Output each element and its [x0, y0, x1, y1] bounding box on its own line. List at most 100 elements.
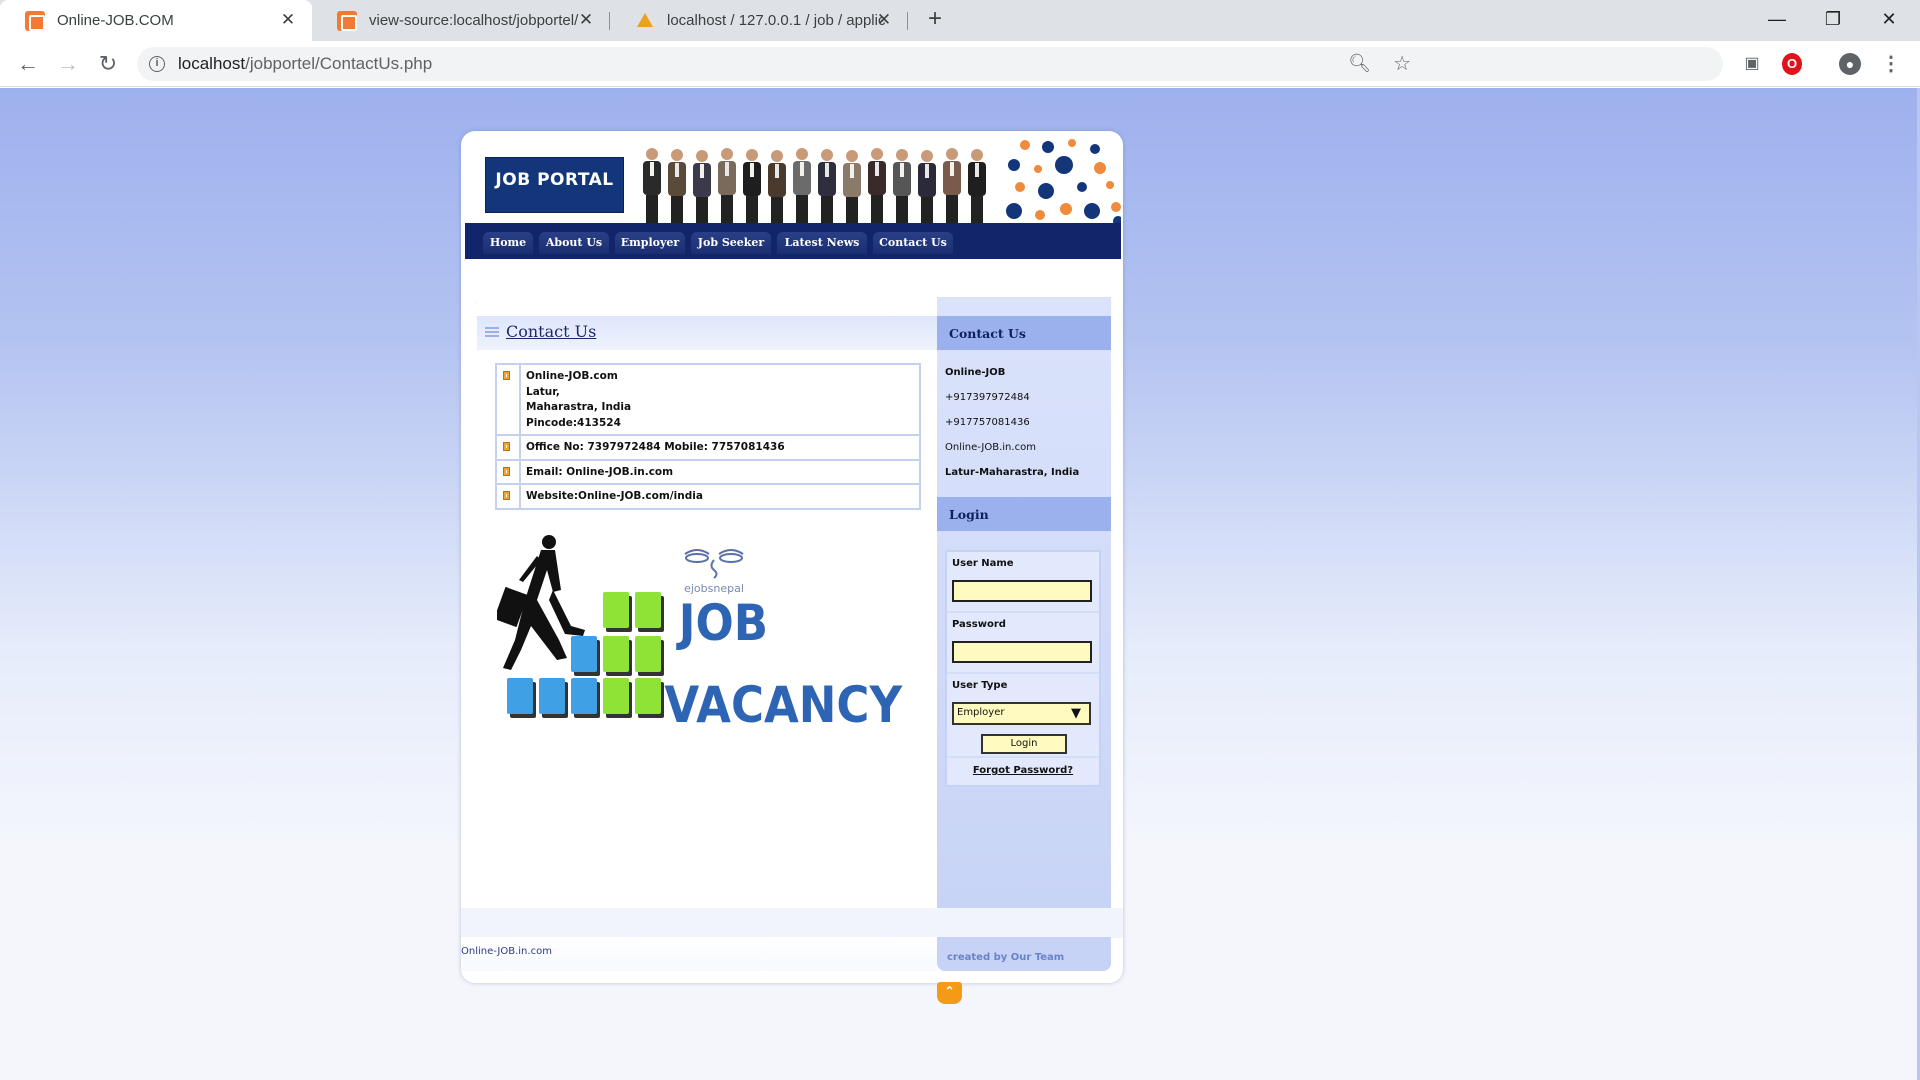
opera-extension-icon[interactable]: O	[1782, 53, 1802, 75]
table-row: Email: Online-JOB.in.com	[497, 458, 919, 483]
reload-icon[interactable]: ↻	[94, 50, 122, 78]
table-row: Office No: 7397972484 Mobile: 7757081436	[497, 434, 919, 459]
tab-close-icon[interactable]: ✕	[278, 10, 298, 30]
people-group-image	[643, 148, 986, 223]
minimize-icon[interactable]: —	[1757, 6, 1797, 32]
phone-cell: Office No: 7397972484 Mobile: 7757081436	[526, 441, 785, 453]
nav-about-us[interactable]: About Us	[539, 232, 609, 254]
nav-job-seeker[interactable]: Job Seeker	[691, 232, 771, 254]
tab-separator	[907, 12, 908, 30]
login-button[interactable]: Login	[981, 734, 1067, 754]
nav-latest-news[interactable]: Latest News	[777, 232, 867, 254]
back-arrow-icon[interactable]: ←	[14, 50, 42, 78]
tab-view-source[interactable]: view-source:localhost/jobportel/ ✕	[312, 0, 610, 41]
website-cell: Website:Online-JOB.com/india	[526, 490, 703, 502]
vacancy-job-text: JOB	[676, 595, 768, 653]
logo-text: JOB PORTAL	[495, 170, 614, 190]
usertype-label: User Type	[952, 680, 1008, 691]
footer-left: Online-JOB.in.com	[461, 937, 937, 971]
job-portal-page: JOB PORTAL Home About Us Employer Job Se…	[461, 131, 1123, 983]
ejobsnepal-text: ejobsnepal	[684, 582, 744, 595]
nav-home[interactable]: Home	[483, 232, 533, 254]
bullet-icon	[497, 460, 521, 483]
tab-title: Online-JOB.COM	[57, 12, 174, 29]
browser-toolbar: ← → ↻ i localhost/jobportel/ContactUs.ph…	[0, 41, 1920, 87]
password-input[interactable]	[952, 641, 1092, 663]
nav-contact-us[interactable]: Contact Us	[873, 232, 953, 254]
address-bar[interactable]: i localhost/jobportel/ContactUs.php 🔍︎ ☆	[137, 47, 1723, 81]
browser-tabstrip: Online-JOB.COM ✕ view-source:localhost/j…	[0, 0, 1920, 41]
url-text[interactable]: localhost/jobportel/ContactUs.php	[178, 54, 432, 74]
address-line: Latur,	[526, 385, 560, 398]
tab-title: view-source:localhost/jobportel/	[369, 12, 579, 29]
footer-site-text: Online-JOB.in.com	[461, 946, 552, 957]
bullet-icon	[497, 436, 521, 459]
url-host: localhost	[178, 54, 246, 73]
username-input[interactable]	[952, 580, 1092, 602]
address-line: Pincode:413524	[526, 416, 621, 429]
sidebar-contact-heading: Contact Us	[937, 316, 1111, 350]
job-vacancy-image: ejobsnepal JOB VACANCY	[497, 535, 903, 735]
bullet-icon	[497, 485, 521, 508]
address-line: Online-JOB.com	[526, 370, 618, 382]
nav-employer[interactable]: Employer	[615, 232, 685, 254]
usertype-row: User Type Employer ▼ Login	[947, 674, 1099, 758]
restore-icon[interactable]: ❐	[1813, 6, 1853, 32]
sidebar: Contact Us Online-JOB +917397972484 +917…	[937, 297, 1111, 909]
main-navbar: Home About Us Employer Job Seeker Latest…	[465, 223, 1121, 259]
new-tab-icon[interactable]: +	[923, 7, 947, 32]
bullet-icon	[497, 365, 521, 434]
page-viewport: JOB PORTAL Home About Us Employer Job Se…	[0, 88, 1920, 1080]
forward-arrow-icon[interactable]: →	[54, 50, 82, 78]
extension-bag-icon[interactable]: ▣	[1741, 53, 1763, 75]
tab-phpmyadmin[interactable]: localhost / 127.0.0.1 / job / applic ✕	[610, 0, 908, 41]
xampp-favicon-icon	[337, 10, 357, 31]
contact-line: +917397972484	[945, 392, 1030, 403]
sidebar-login-heading: Login	[937, 497, 1111, 531]
contact-info-table: Online-JOB.com Latur, Maharastra, India …	[495, 363, 921, 510]
site-info-icon[interactable]: i	[149, 56, 165, 72]
tab-close-icon[interactable]: ✕	[874, 10, 894, 30]
xampp-favicon-icon	[25, 10, 45, 31]
usertype-value: Employer	[957, 707, 1005, 718]
contact-line: Online-JOB	[945, 367, 1006, 378]
username-label: User Name	[952, 558, 1014, 569]
section-header: Contact Us	[477, 316, 937, 350]
zoom-icon[interactable]: 🔍︎	[1348, 53, 1371, 74]
username-row: User Name	[947, 552, 1099, 613]
tab-online-job[interactable]: Online-JOB.COM ✕	[0, 0, 312, 41]
dropdown-arrow-icon: ▼	[1071, 706, 1081, 721]
site-logo[interactable]: JOB PORTAL	[485, 157, 624, 213]
table-row: Website:Online-JOB.com/india	[497, 483, 919, 508]
url-path: /jobportel/ContactUs.php	[245, 54, 433, 73]
main-content: Contact Us Online-JOB.com Latur, Maharas…	[477, 297, 937, 909]
page-title[interactable]: Contact Us	[506, 322, 596, 341]
phpmyadmin-favicon-icon	[635, 11, 655, 31]
password-row: Password	[947, 613, 1099, 674]
usertype-select[interactable]: Employer ▼	[952, 702, 1091, 725]
forgot-password-link[interactable]: Forgot Password?	[947, 765, 1099, 776]
chrome-menu-icon[interactable]: ⋮	[1880, 53, 1902, 75]
email-cell: Email: Online-JOB.in.com	[526, 465, 674, 478]
contact-line: Latur-Maharastra, India	[945, 467, 1080, 478]
menu-lines-icon	[485, 327, 499, 337]
bookmark-star-icon[interactable]: ☆	[1393, 51, 1411, 76]
profile-avatar-icon[interactable]: ●	[1839, 53, 1861, 75]
footer-divider	[461, 908, 1123, 938]
header-banner: JOB PORTAL	[465, 135, 1121, 223]
footer-right: created by Our Team	[937, 937, 1111, 971]
scroll-to-top-button[interactable]: ⌃	[937, 982, 962, 1004]
password-label: Password	[952, 619, 1006, 630]
address-cell: Online-JOB.com Latur, Maharastra, India …	[521, 365, 636, 434]
login-form: User Name Password User Type Employer ▼ …	[945, 550, 1101, 787]
vacancy-text: VACANCY	[664, 677, 902, 735]
tab-title: localhost / 127.0.0.1 / job / applic	[667, 12, 886, 29]
contact-line: Online-JOB.in.com	[945, 442, 1036, 453]
window-close-icon[interactable]: ✕	[1869, 6, 1909, 32]
ejobsnepal-logo-icon	[684, 549, 744, 579]
footer-credit-text: created by Our Team	[947, 952, 1065, 963]
decorative-dots-image	[1006, 139, 1121, 223]
table-row: Online-JOB.com Latur, Maharastra, India …	[497, 365, 919, 434]
tab-close-icon[interactable]: ✕	[576, 10, 596, 30]
address-line: Maharastra, India	[526, 401, 632, 413]
